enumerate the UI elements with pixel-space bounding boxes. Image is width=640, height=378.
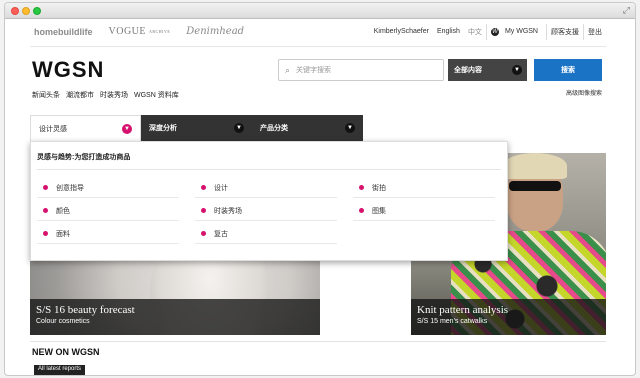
menu-item-label: 创意指导 — [56, 184, 84, 192]
wgsn-page: homebuildlife VOGUE ARCHIVE Denimhead Ki… — [30, 17, 606, 375]
search-placeholder: 关键字搜索 — [296, 67, 332, 74]
caption-title: Knit pattern analysis — [417, 304, 509, 316]
archive-label: ARCHIVE — [149, 29, 171, 35]
support-link[interactable]: 顾客支援 — [547, 27, 583, 37]
bullet-icon — [359, 208, 364, 213]
search-scope-select[interactable]: 全部内容 ▼ — [448, 59, 527, 81]
menu-heading: 灵感与趋势:为您打造成功商品 — [37, 154, 131, 161]
wgsn-logo[interactable]: WGSN — [32, 57, 104, 83]
search-icon: ⌕ — [285, 64, 291, 75]
chevron-down-icon: ▼ — [122, 124, 132, 134]
menu-item-label: 颜色 — [56, 207, 70, 215]
menu-item-design[interactable]: 设计 — [195, 178, 337, 198]
model-hair-image — [503, 153, 567, 179]
bullet-icon — [201, 208, 206, 213]
main-nav: 新闻头条 潮流都市 时装秀场 WGSN 资料库 — [32, 90, 185, 100]
menu-item-label: 图集 — [372, 207, 386, 215]
menu-item-label: 设计 — [214, 184, 228, 192]
menu-item-creative-direction[interactable]: 创意指导 — [37, 178, 179, 198]
bullet-icon — [201, 231, 206, 236]
zoom-window-button[interactable] — [33, 7, 41, 15]
bullet-icon — [43, 185, 48, 190]
minimize-window-button[interactable] — [22, 7, 30, 15]
menu-item-colour[interactable]: 颜色 — [37, 201, 179, 221]
search-button[interactable]: 搜索 — [534, 59, 602, 81]
menu-item-label: 时装秀场 — [214, 207, 242, 215]
tab-in-depth-analysis[interactable]: 深度分析 ▼ — [141, 115, 252, 141]
tab-label: 产品分类 — [260, 125, 288, 132]
tab-product-categories[interactable]: 产品分类 ▼ — [252, 115, 363, 141]
header: WGSN ⌕ 关键字搜索 全部内容 ▼ 搜索 高级图像搜索 新闻头条 潮流都市 … — [30, 47, 606, 107]
menu-item-label: 复古 — [214, 230, 228, 238]
design-inspiration-menu: 灵感与趋势:为您打造成功商品 创意指导 颜色 面料 设计 时装秀场 复古 街拍 … — [30, 141, 508, 261]
caption-title: S/S 16 beauty forecast — [36, 304, 135, 316]
lang-english[interactable]: English — [433, 28, 464, 35]
divider — [37, 169, 501, 170]
bullet-icon — [43, 231, 48, 236]
hero-caption-knit[interactable]: Knit pattern analysis S/S 15 men's catwa… — [411, 299, 606, 335]
wgsn-logo-icon: W — [490, 27, 499, 36]
chevron-down-icon: ▼ — [512, 65, 522, 75]
nav-catwalks[interactable]: 时装秀场 — [100, 90, 128, 100]
divider — [30, 341, 606, 342]
expand-icon[interactable]: ⤢ — [623, 5, 630, 16]
caption-subtitle: S/S 15 men's catwalks — [417, 318, 488, 325]
menu-item-label: 面料 — [56, 230, 70, 238]
username[interactable]: KimberlySchaefer — [370, 28, 433, 35]
scope-label: 全部内容 — [454, 67, 482, 74]
bullet-icon — [201, 185, 206, 190]
all-latest-reports-button[interactable]: All latest reports — [34, 365, 86, 375]
vogue-label: VOGUE — [108, 26, 146, 37]
nav-news[interactable]: 新闻头条 — [32, 90, 60, 100]
sunglasses-image — [509, 181, 561, 191]
my-wgsn-link[interactable]: W My WGSN — [487, 27, 546, 36]
section-title: NEW ON WGSN — [32, 347, 100, 357]
my-wgsn-label: My WGSN — [504, 28, 538, 36]
tab-label: 深度分析 — [149, 125, 177, 132]
menu-item-street-shots[interactable]: 街拍 — [353, 178, 495, 198]
menu-item-fabrics[interactable]: 面料 — [37, 224, 179, 244]
nav-city[interactable]: 潮流都市 — [66, 90, 94, 100]
menu-item-vintage[interactable]: 复古 — [195, 224, 337, 244]
chevron-down-icon: ▼ — [234, 123, 244, 133]
brand-homebuildlife[interactable]: homebuildlife — [34, 27, 93, 37]
category-tabs: 设计灵感 ▼ 深度分析 ▼ 产品分类 ▼ — [30, 115, 363, 141]
search-input[interactable]: ⌕ 关键字搜索 — [278, 59, 444, 81]
top-bar: homebuildlife VOGUE ARCHIVE Denimhead Ki… — [30, 17, 606, 47]
nav-library[interactable]: WGSN 资料库 — [134, 90, 179, 100]
hero-caption-beauty[interactable]: S/S 16 beauty forecast Colour cosmetics — [30, 299, 320, 335]
brand-denimhead[interactable]: Denimhead — [186, 26, 244, 37]
advanced-image-search-link[interactable]: 高级图像搜索 — [566, 88, 602, 97]
brand-vogue-archive[interactable]: VOGUE ARCHIVE — [109, 26, 171, 37]
caption-subtitle: Colour cosmetics — [36, 318, 90, 325]
tab-label: 设计灵感 — [39, 125, 67, 133]
menu-item-label: 街拍 — [372, 184, 386, 192]
chevron-down-icon: ▼ — [345, 123, 355, 133]
account-links: KimberlySchaefer English 中文 W My WGSN 顾客支… — [370, 17, 606, 46]
logout-link[interactable]: 登出 — [584, 27, 606, 37]
tab-design-inspiration[interactable]: 设计灵感 ▼ — [30, 115, 141, 141]
bullet-icon — [359, 185, 364, 190]
close-window-button[interactable] — [11, 7, 19, 15]
bullet-icon — [43, 208, 48, 213]
menu-item-galleries[interactable]: 图集 — [353, 201, 495, 221]
menu-item-catwalks[interactable]: 时装秀场 — [195, 201, 337, 221]
lang-chinese[interactable]: 中文 — [464, 27, 486, 37]
